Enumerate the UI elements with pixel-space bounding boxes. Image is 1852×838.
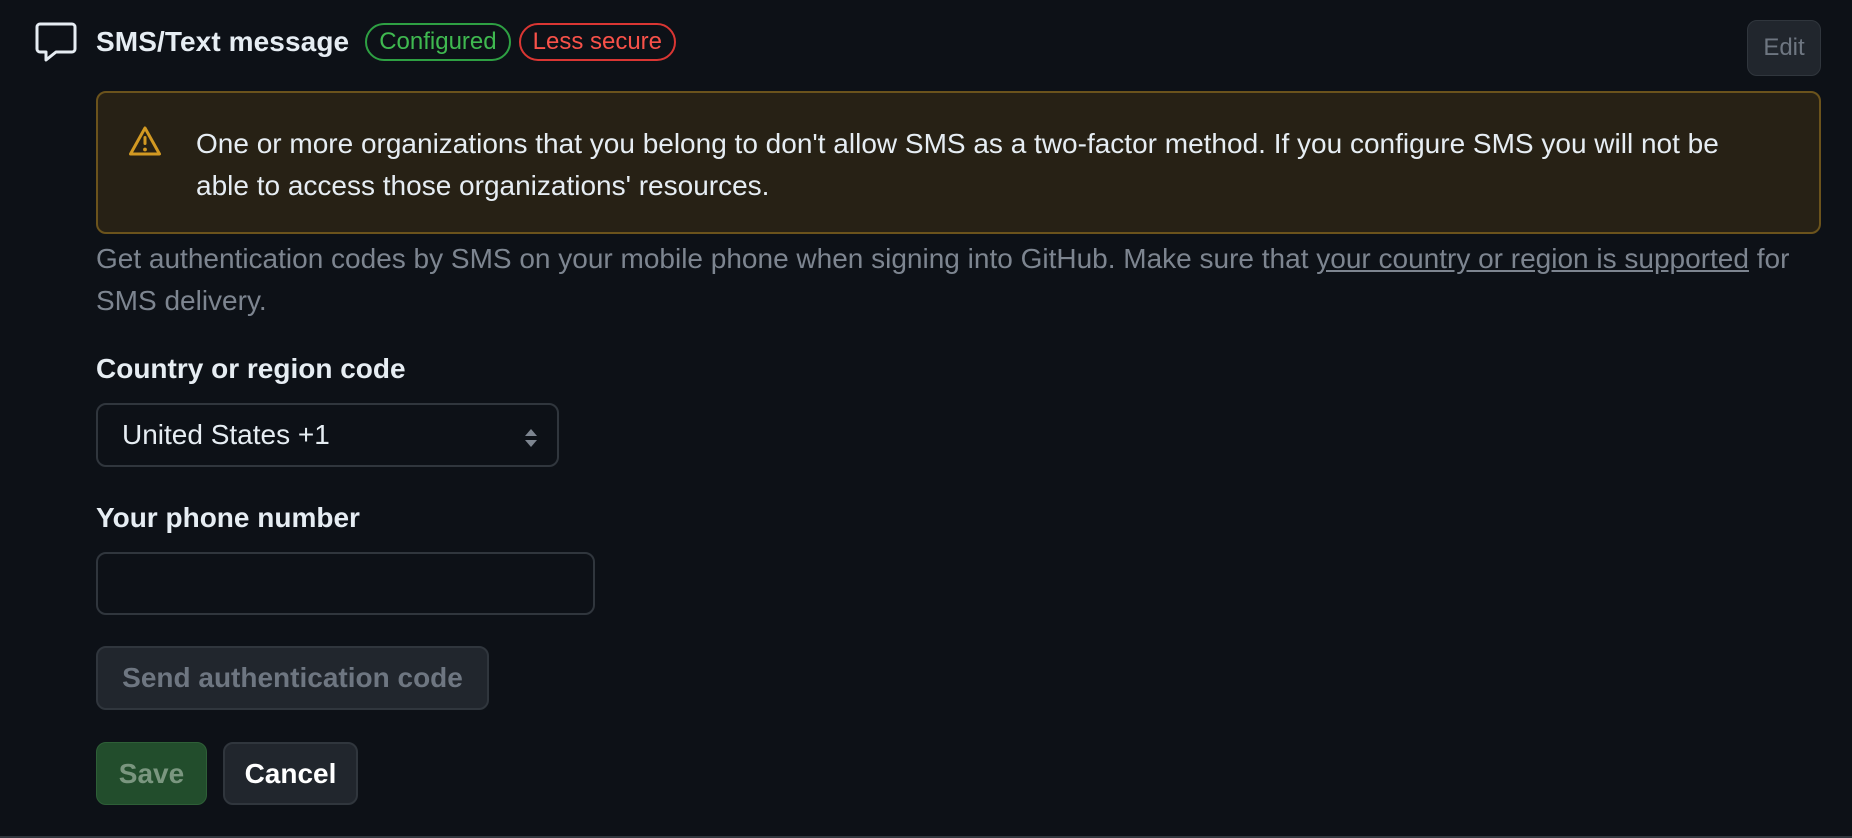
edit-button[interactable]: Edit (1747, 20, 1821, 76)
country-code-value: United States +1 (122, 419, 330, 450)
supported-regions-link[interactable]: your country or region is supported (1316, 243, 1749, 274)
warning-message: One or more organizations that you belon… (196, 128, 1719, 201)
less-secure-badge: Less secure (518, 23, 677, 61)
alert-icon (128, 125, 162, 159)
comment-icon (34, 20, 78, 64)
save-button[interactable]: Save (96, 742, 207, 805)
cancel-button[interactable]: Cancel (223, 742, 358, 805)
phone-number-input[interactable] (96, 552, 595, 615)
method-header: SMS/Text message Configured Less secure (34, 20, 677, 64)
send-authentication-code-button[interactable]: Send authentication code (96, 646, 489, 710)
country-code-label: Country or region code (96, 353, 406, 384)
select-arrows-icon (523, 425, 539, 449)
configured-badge: Configured (365, 23, 511, 61)
sms-warning-flash: One or more organizations that you belon… (96, 91, 1821, 234)
phone-number-label: Your phone number (96, 502, 360, 533)
description-text-before: Get authentication codes by SMS on your … (96, 243, 1317, 274)
country-code-select[interactable]: United States +1 (96, 403, 559, 467)
sms-two-factor-panel: SMS/Text message Configured Less secure … (0, 0, 1852, 838)
method-title: SMS/Text message (96, 26, 350, 57)
sms-description: Get authentication codes by SMS on your … (96, 238, 1826, 322)
